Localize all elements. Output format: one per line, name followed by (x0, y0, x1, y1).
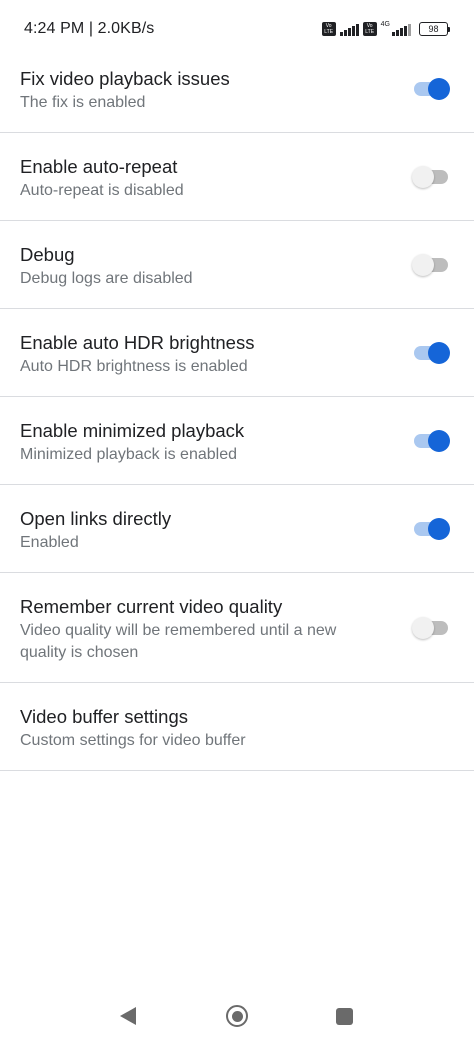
setting-summary: Enabled (20, 534, 79, 551)
switch-thumb (428, 342, 450, 364)
setting-text: Enable minimized playback Minimized play… (20, 419, 370, 466)
volte-icon: Vo LTE (321, 22, 336, 36)
switch-thumb (428, 78, 450, 100)
setting-text: Video buffer settings Custom settings fo… (20, 705, 370, 752)
signal-strength-icon (339, 23, 359, 36)
setting-remember-video-quality[interactable]: Remember current video quality Video qua… (0, 573, 474, 683)
setting-open-links-directly[interactable]: Open links directly Enabled (0, 485, 474, 573)
setting-title: Debug (20, 244, 75, 265)
setting-text: Debug Debug logs are disabled (20, 243, 370, 290)
setting-title: Open links directly (20, 508, 172, 529)
setting-auto-hdr-brightness[interactable]: Enable auto HDR brightness Auto HDR brig… (0, 309, 474, 397)
minimized-playback-switch[interactable] (412, 429, 450, 453)
setting-summary: Auto-repeat is disabled (20, 182, 184, 199)
setting-title: Video buffer settings (20, 706, 188, 727)
fix-video-playback-switch[interactable] (412, 77, 450, 101)
auto-repeat-switch[interactable] (412, 165, 450, 189)
network-type-label: 4G (380, 21, 390, 28)
setting-summary: Video quality will be remembered until a… (20, 622, 337, 661)
setting-auto-repeat[interactable]: Enable auto-repeat Auto-repeat is disabl… (0, 133, 474, 221)
setting-summary: The fix is enabled (20, 94, 146, 111)
switch-thumb (428, 518, 450, 540)
back-triangle-icon[interactable] (120, 1007, 136, 1025)
debug-switch[interactable] (412, 253, 450, 277)
setting-text: Enable auto-repeat Auto-repeat is disabl… (20, 155, 370, 202)
switch-thumb (428, 430, 450, 452)
setting-summary: Debug logs are disabled (20, 270, 193, 287)
setting-title: Remember current video quality (20, 596, 283, 617)
signal-strength-icon-2 (392, 23, 411, 36)
switch-thumb (412, 617, 434, 639)
setting-title: Fix video playback issues (20, 68, 230, 89)
setting-title: Enable auto-repeat (20, 156, 178, 177)
navigation-bar (0, 993, 474, 1053)
home-dot (231, 1010, 243, 1022)
setting-video-buffer[interactable]: Video buffer settings Custom settings fo… (0, 683, 474, 771)
setting-title: Enable auto HDR brightness (20, 332, 255, 353)
setting-summary: Custom settings for video buffer (20, 732, 246, 749)
status-icons: Vo LTE Vo LTE 4G 98 (321, 21, 450, 37)
recents-square-icon[interactable] (336, 1008, 353, 1025)
setting-minimized-playback[interactable]: Enable minimized playback Minimized play… (0, 397, 474, 485)
setting-text: Open links directly Enabled (20, 507, 370, 554)
auto-hdr-brightness-switch[interactable] (412, 341, 450, 365)
setting-title: Enable minimized playback (20, 420, 245, 441)
setting-fix-video-playback[interactable]: Fix video playback issues The fix is ena… (0, 45, 474, 133)
volte-icon-2: Vo LTE (362, 22, 377, 36)
setting-text: Enable auto HDR brightness Auto HDR brig… (20, 331, 370, 378)
battery-icon: 98 (419, 22, 450, 36)
home-circle-icon[interactable] (226, 1005, 248, 1027)
setting-summary: Auto HDR brightness is enabled (20, 358, 248, 375)
battery-tip (448, 26, 450, 32)
battery-level: 98 (419, 22, 448, 36)
switch-thumb (412, 166, 434, 188)
settings-list: Fix video playback issues The fix is ena… (0, 45, 474, 771)
setting-text: Remember current video quality Video qua… (20, 595, 370, 664)
setting-summary: Minimized playback is enabled (20, 446, 237, 463)
status-time: 4:24 PM | 2.0KB/s (24, 20, 155, 37)
setting-debug[interactable]: Debug Debug logs are disabled (0, 221, 474, 309)
setting-text: Fix video playback issues The fix is ena… (20, 67, 370, 114)
remember-video-quality-switch[interactable] (412, 616, 450, 640)
open-links-directly-switch[interactable] (412, 517, 450, 541)
switch-thumb (412, 254, 434, 276)
